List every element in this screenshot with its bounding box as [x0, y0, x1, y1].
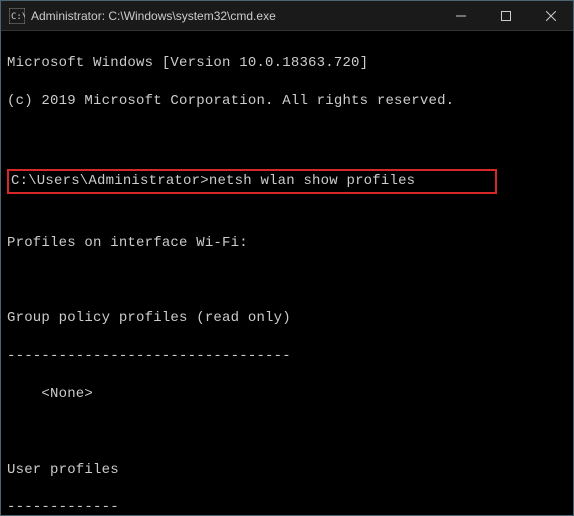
banner-copyright: (c) 2019 Microsoft Corporation. All righ… — [7, 92, 567, 111]
window-controls — [438, 1, 573, 30]
banner-version: Microsoft Windows [Version 10.0.18363.72… — [7, 54, 567, 73]
section-header: Profiles on interface Wi-Fi: — [7, 234, 567, 253]
minimize-button[interactable] — [438, 1, 483, 30]
group-policy-none: <None> — [7, 385, 567, 404]
maximize-button[interactable] — [483, 1, 528, 30]
blank-line — [7, 272, 567, 291]
highlighted-command: C:\Users\Administrator>netsh wlan show p… — [7, 169, 497, 194]
window-title: Administrator: C:\Windows\system32\cmd.e… — [31, 9, 276, 23]
cmd-icon: C:\ — [9, 8, 25, 24]
user-profiles-dashes: ------------- — [7, 498, 567, 515]
titlebar-left: C:\ Administrator: C:\Windows\system32\c… — [1, 8, 276, 24]
user-profiles-header: User profiles — [7, 461, 567, 480]
blank-line — [7, 423, 567, 442]
close-button[interactable] — [528, 1, 573, 30]
blank-line — [7, 196, 567, 215]
svg-text:C:\: C:\ — [11, 12, 25, 22]
terminal-output[interactable]: Microsoft Windows [Version 10.0.18363.72… — [1, 31, 573, 515]
prompt-command: netsh wlan show profiles — [209, 173, 415, 189]
group-policy-dashes: --------------------------------- — [7, 347, 567, 366]
prompt-path: C:\Users\Administrator> — [11, 173, 209, 189]
blank-line — [7, 129, 567, 148]
window-titlebar: C:\ Administrator: C:\Windows\system32\c… — [1, 1, 573, 31]
group-policy-header: Group policy profiles (read only) — [7, 309, 567, 328]
